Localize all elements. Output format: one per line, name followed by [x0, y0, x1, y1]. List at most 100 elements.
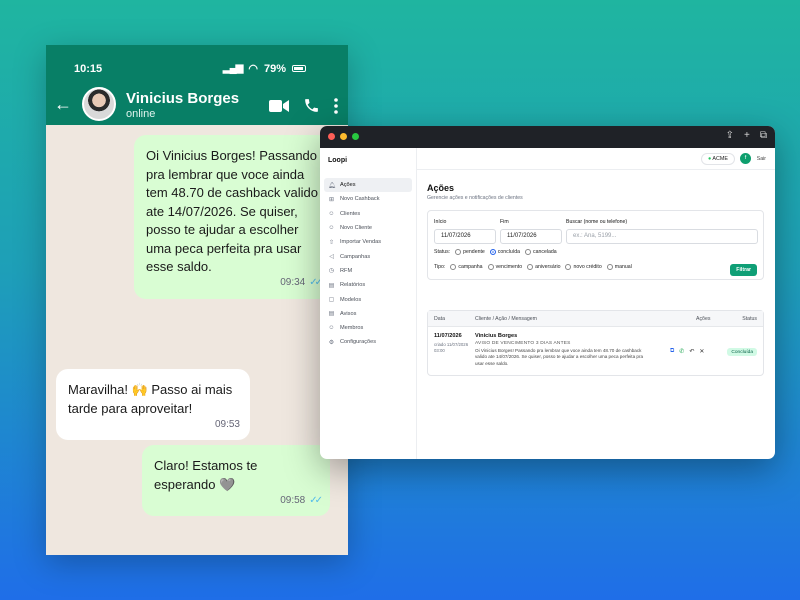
topbar: ● ACME f Sair — [417, 148, 775, 170]
wifi-icon: ◠ — [248, 63, 258, 75]
gear-icon: ⚙︎ — [328, 339, 335, 346]
user-avatar[interactable]: f — [740, 153, 751, 164]
gift-icon: ⊞ — [328, 196, 335, 203]
column-header-client[interactable]: Cliente / Ação / Mensagem — [475, 316, 537, 322]
column-header-actions: Ações — [696, 316, 711, 322]
type-option-novo-credito[interactable]: novo crédito — [565, 264, 602, 270]
message-text: Maravilha! 🙌 Passo ai mais tarde para ap… — [68, 382, 233, 416]
cancel-x-icon[interactable]: ✕ — [699, 348, 704, 355]
actions-table: Data Cliente / Ação / Mensagem Ações Sta… — [427, 310, 764, 376]
share-icon[interactable]: ⇪ — [726, 130, 734, 141]
more-options-icon[interactable] — [334, 97, 338, 119]
row-date: 11/07/2026 — [434, 333, 462, 339]
sidebar-item-novo-cashback[interactable]: ⊞ Novo Cashback — [324, 192, 412, 206]
table-header: Data Cliente / Ação / Mensagem Ações Sta… — [428, 311, 763, 327]
message-text: Claro! Estamos te esperando 🩶 — [154, 458, 258, 492]
upload-icon: ⇧ — [328, 239, 335, 246]
status-bar: 10:15 ▂▄▆ ◠ 79% — [46, 61, 348, 77]
app-brand[interactable]: Loopi — [320, 148, 416, 178]
contact-avatar[interactable] — [82, 87, 116, 121]
sidebar-item-avisos[interactable]: ▤ Avisos — [324, 307, 412, 321]
back-arrow-icon[interactable]: ← — [54, 95, 72, 113]
message-text: Oi Vinicius Borges! Passando pra lembrar… — [146, 148, 318, 274]
tabs-overview-icon[interactable]: ⧉ — [760, 130, 767, 141]
sidebar-item-acoes[interactable]: 🔔︎ Ações — [324, 178, 412, 193]
sidebar-item-novo-cliente[interactable]: ☺ Novo Cliente — [324, 221, 412, 235]
sidebar-item-rfm[interactable]: ◷ RFM — [324, 264, 412, 278]
message-time: 09:34 — [280, 277, 306, 288]
chat-header: 10:15 ▂▄▆ ◠ 79% ← Vinicius Borges online — [46, 45, 348, 125]
battery-icon — [292, 65, 306, 72]
page-subtitle: Gerencie ações e notificações de cliente… — [427, 195, 523, 201]
message-time: 09:58 — [280, 494, 306, 506]
whatsapp-phone: 10:15 ▂▄▆ ◠ 79% ← Vinicius Borges online — [46, 45, 348, 555]
sidebar: Loopi 🔔︎ Ações ⊞ Novo Cashback ☺ Clientes ☺… — [320, 148, 417, 459]
read-ticks-icon: ✓✓ — [309, 277, 323, 288]
start-date-label: Início — [434, 219, 447, 225]
table-row[interactable]: 11/07/2026 criado 11/07/2026 03:00 Vinic… — [428, 327, 763, 375]
search-label: Buscar (nome ou telefone) — [566, 219, 628, 225]
end-date-label: Fim — [500, 219, 509, 225]
sidebar-item-modelos[interactable]: ▢ Modelos — [324, 292, 412, 306]
logout-link[interactable]: Sair — [757, 156, 766, 162]
contact-name[interactable]: Vinicius Borges — [126, 90, 239, 107]
type-option-aniversario[interactable]: aniversário — [527, 264, 560, 270]
battery-level: 79% — [263, 62, 286, 75]
video-call-icon[interactable] — [269, 99, 289, 118]
type-filter: Tipo: campanha vencimento aniversário no… — [434, 264, 632, 270]
sidebar-item-configuracoes[interactable]: ⚙︎ Configurações — [324, 335, 412, 349]
search-input[interactable]: ex.: Ana, 5199... — [566, 229, 758, 244]
app-window: ⇪ + ⧉ Loopi 🔔︎ Ações ⊞ Novo Cashback ☺ Clie… — [320, 126, 775, 459]
status-badge: Concluída — [727, 348, 757, 356]
column-header-status[interactable]: Status — [742, 316, 757, 322]
message-incoming[interactable]: Maravilha! 🙌 Passo ai mais tarde para ap… — [56, 369, 250, 440]
minimize-window-button[interactable] — [340, 133, 347, 140]
store-selector[interactable]: ● ACME — [700, 153, 735, 165]
message-outgoing[interactable]: Oi Vinicius Borges! Passando pra lembrar… — [134, 135, 330, 299]
users-icon: ☺ — [328, 210, 335, 217]
clock-icon: ◷ — [328, 268, 335, 275]
contact-status: online — [126, 108, 156, 120]
megaphone-icon: ◁ — [329, 254, 334, 261]
column-header-date[interactable]: Data — [434, 316, 445, 322]
voice-call-icon[interactable] — [303, 97, 320, 119]
status-time: 10:15 — [74, 63, 103, 75]
sidebar-item-membros[interactable]: ☺ Membros — [324, 321, 412, 335]
row-created-meta: criado 11/07/2026 03:00 — [434, 342, 469, 353]
whatsapp-icon[interactable]: ✆ — [679, 348, 684, 355]
sidebar-item-relatorios[interactable]: ▤ Relatórios — [324, 278, 412, 292]
row-client-name[interactable]: Vinicius Borges — [475, 333, 517, 339]
users-icon: ☺ — [328, 325, 335, 332]
row-message: Oi Vinicius Borges! Passando pra lembrar… — [475, 348, 644, 366]
file-text-icon: ▤ — [328, 311, 335, 318]
file-icon: ▢ — [328, 297, 335, 304]
close-window-button[interactable] — [328, 133, 335, 140]
undo-icon[interactable]: ↶ — [689, 348, 694, 355]
chat-area: Oi Vinicius Borges! Passando pra lembrar… — [46, 125, 348, 555]
status-filter: Status: pendente concluída cancelada — [434, 249, 557, 255]
type-option-vencimento[interactable]: vencimento — [487, 264, 522, 270]
status-filter-label: Status: — [434, 249, 451, 255]
sidebar-item-importar-vendas[interactable]: ⇧ Importar Vendas — [324, 235, 412, 249]
filter-button[interactable]: Filtrar — [730, 264, 757, 276]
read-ticks-icon: ✓✓ — [309, 494, 323, 506]
status-option-cancelada[interactable]: cancelada — [525, 249, 557, 255]
copy-icon[interactable]: ⧉ — [670, 348, 674, 355]
sidebar-item-campanhas[interactable]: ◁ Campanhas — [324, 249, 412, 263]
end-date-input[interactable]: 11/07/2026 — [500, 229, 562, 244]
status-option-concluida[interactable]: concluída — [489, 249, 520, 255]
start-date-input[interactable]: 11/07/2026 — [434, 229, 496, 244]
bell-icon: 🔔︎ — [328, 182, 336, 189]
user-plus-icon: ☺ — [328, 225, 335, 232]
sidebar-item-clientes[interactable]: ☺ Clientes — [324, 207, 412, 221]
window-titlebar: ⇪ + ⧉ — [320, 126, 775, 148]
zoom-window-button[interactable] — [352, 133, 359, 140]
filters-panel: Início 11/07/2026 Fim 11/07/2026 Buscar … — [427, 210, 764, 280]
row-action-type: AVISO DE VENCIMENTO 3 DIAS ANTES — [475, 341, 571, 346]
new-tab-icon[interactable]: + — [744, 130, 750, 141]
type-option-manual[interactable]: manual — [606, 264, 632, 270]
status-option-pendente[interactable]: pendente — [455, 249, 485, 255]
type-option-campanha[interactable]: campanha — [450, 264, 483, 270]
type-filter-label: Tipo: — [434, 264, 446, 270]
message-outgoing[interactable]: Claro! Estamos te esperando 🩶 09:58 ✓✓ — [142, 445, 330, 516]
